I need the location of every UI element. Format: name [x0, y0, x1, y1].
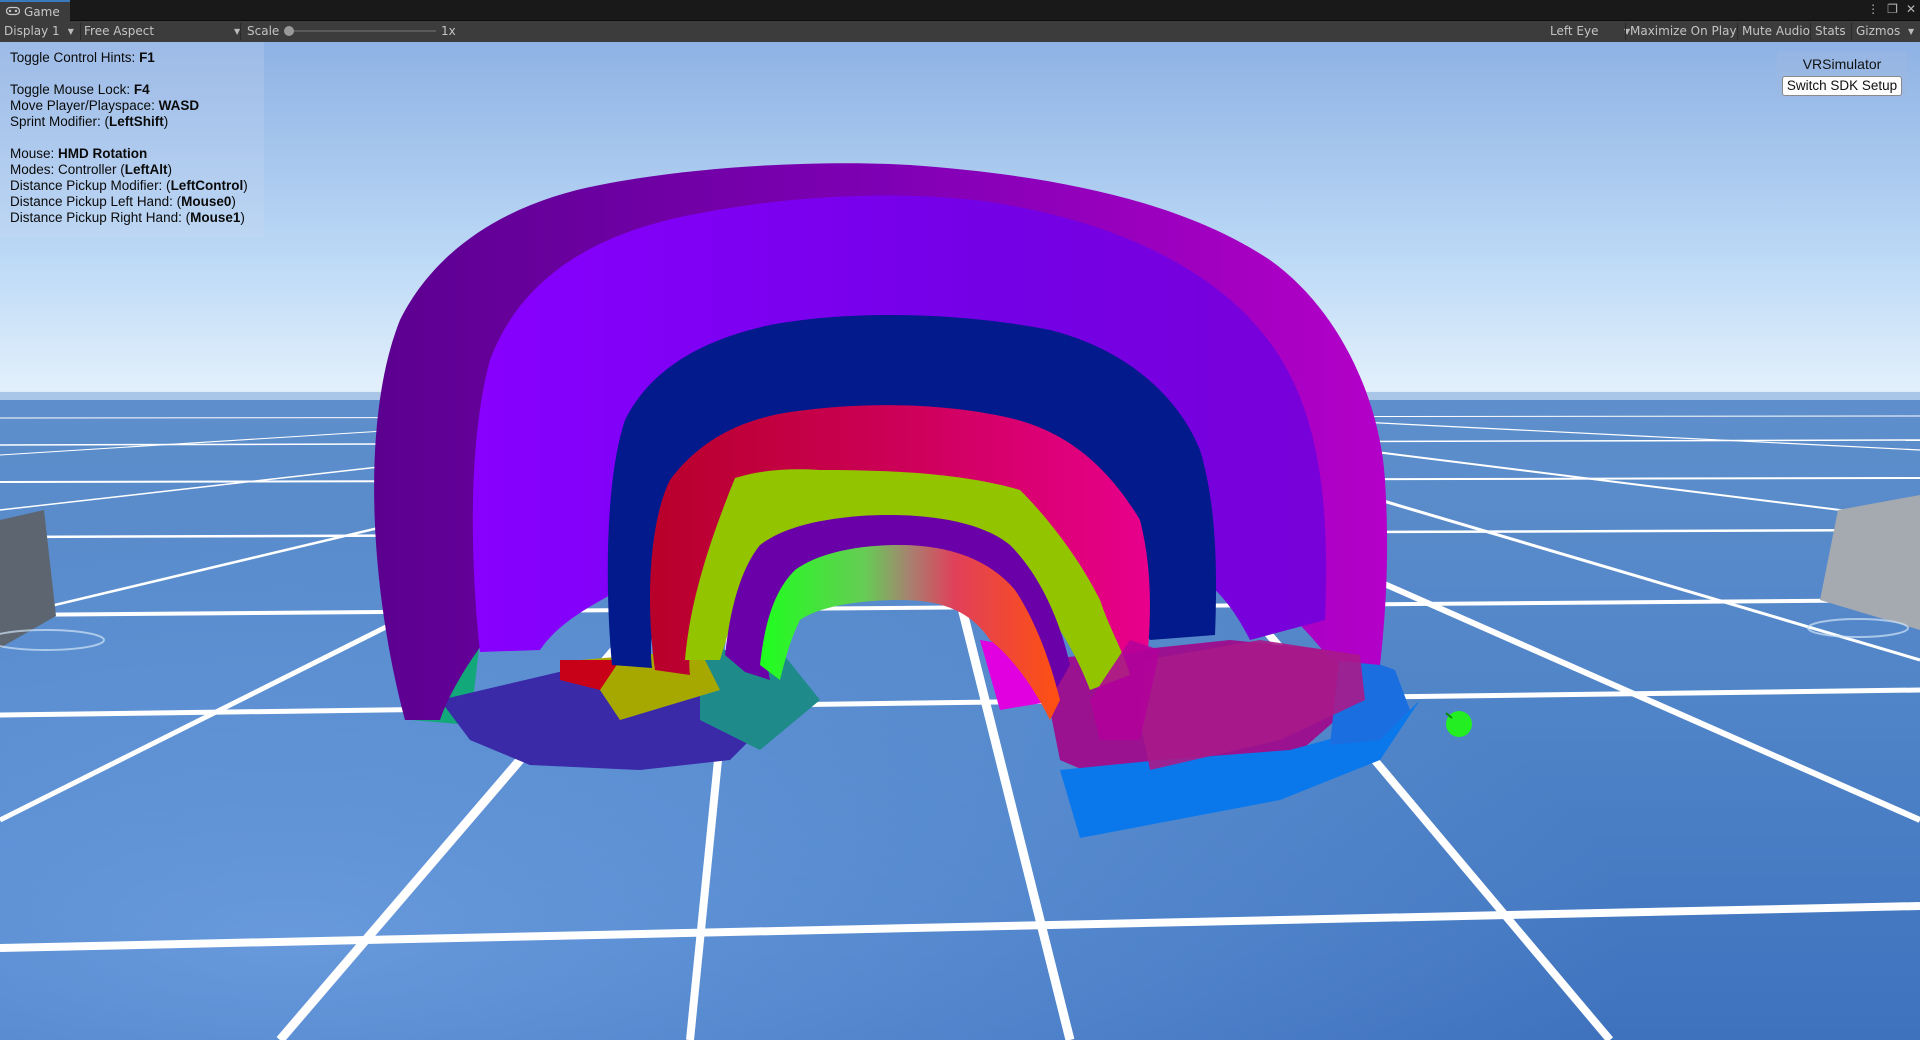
maximize-on-play-toggle[interactable]: Maximize On Play [1630, 21, 1737, 42]
game-tab-label: Game [24, 4, 60, 19]
eye-dropdown[interactable]: Left Eye ▼ [1550, 21, 1630, 42]
toolbar-divider [240, 23, 241, 40]
scale-label: Scale [247, 24, 280, 38]
scale-slider-track[interactable] [288, 30, 436, 32]
maximize-icon[interactable]: ❐ [1887, 2, 1898, 16]
hint-distance-pickup-right: Distance Pickup Right Hand: (Mouse1) [10, 210, 245, 225]
hint-move-player: Move Player/Playspace: WASD [10, 98, 200, 113]
hint-sprint-modifier: Sprint Modifier: (LeftShift) [10, 114, 169, 129]
display-dropdown[interactable]: Display 1 ▼ [4, 21, 76, 42]
toolbar-divider [80, 23, 81, 40]
gamepad-icon [5, 5, 21, 19]
hint-toggle-mouse-lock: Toggle Mouse Lock: F4 [10, 82, 150, 97]
editor-tab-bar: Game ⋮ ❐ ✕ [0, 0, 1920, 21]
chevron-down-icon: ▼ [67, 27, 74, 36]
hint-distance-pickup-modifier: Distance Pickup Modifier: (LeftControl) [10, 178, 248, 193]
display-label: Display 1 [4, 24, 60, 38]
aspect-label: Free Aspect [84, 24, 155, 38]
toolbar-divider [1737, 23, 1738, 40]
game-viewport[interactable] [0, 42, 1920, 1040]
gizmos-dropdown[interactable]: Gizmos ▼ [1856, 21, 1918, 42]
hint-modes: Modes: Controller (LeftAlt) [10, 162, 173, 177]
close-icon[interactable]: ✕ [1906, 2, 1916, 16]
toolbar-divider [1625, 23, 1626, 40]
game-tab[interactable]: Game [0, 0, 70, 21]
hint-toggle-control-hints: Toggle Control Hints: F1 [10, 50, 155, 65]
stats-toggle[interactable]: Stats [1815, 21, 1846, 42]
mute-audio-toggle[interactable]: Mute Audio [1742, 21, 1810, 42]
hint-mouse: Mouse: HMD Rotation [10, 146, 148, 161]
scene-render [0, 42, 1920, 1040]
gizmos-label: Gizmos [1856, 24, 1901, 38]
switch-sdk-setup-button[interactable]: Switch SDK Setup [1782, 76, 1902, 96]
control-hints-panel: Toggle Control Hints: F1 Toggle Mouse Lo… [0, 42, 264, 238]
vr-simulator-title: VRSimulator [1802, 56, 1882, 72]
aspect-dropdown[interactable]: Free Aspect ▼ [84, 21, 240, 42]
hand-pointer-marker [1446, 711, 1472, 737]
chevron-down-icon: ▼ [1908, 27, 1915, 36]
eye-label: Left Eye [1550, 24, 1599, 38]
kebab-icon[interactable]: ⋮ [1867, 2, 1879, 16]
scale-value: 1x [441, 24, 456, 38]
vr-simulator-panel: VRSimulator Switch SDK Setup [1777, 52, 1907, 98]
toolbar-divider [1851, 23, 1852, 40]
toolbar-divider [1810, 23, 1811, 40]
hint-distance-pickup-left: Distance Pickup Left Hand: (Mouse0) [10, 194, 236, 209]
scale-slider-thumb[interactable] [284, 26, 294, 36]
